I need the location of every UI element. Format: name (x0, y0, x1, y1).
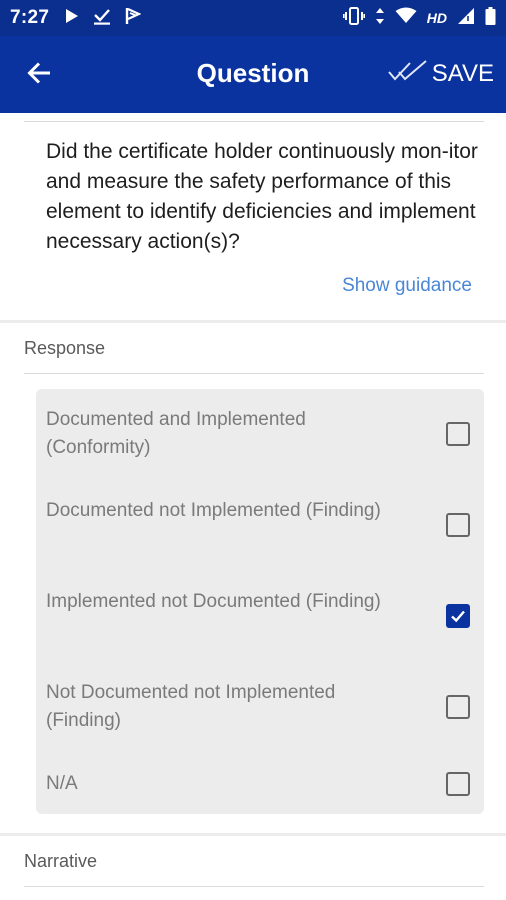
hd-label: HD (426, 10, 447, 26)
response-label: Response (24, 338, 106, 358)
question-text: Did the certificate holder continuously … (46, 140, 478, 253)
checkbox[interactable] (446, 695, 470, 719)
vibrate-icon (342, 6, 365, 30)
back-button[interactable] (22, 58, 56, 92)
checkbox[interactable] (446, 772, 470, 796)
response-option-conformity[interactable]: Documented and Implemented (Conformity) (46, 406, 470, 466)
response-option-implemented-not-documented[interactable]: Implemented not Documented (Finding) (46, 588, 470, 648)
option-label: N/A (46, 773, 78, 794)
flag-icon (125, 7, 142, 30)
checkbox[interactable] (446, 513, 470, 537)
response-options-card: Documented and Implemented (Conformity) … (36, 389, 484, 814)
checkbox-checked[interactable] (446, 604, 470, 628)
option-label: Not Documented not Implemented (Finding) (46, 682, 336, 731)
question-content[interactable]: Did the certificate holder continuously … (0, 113, 506, 900)
divider (24, 373, 484, 374)
response-option-not-documented-not-implemented[interactable]: Not Documented not Implemented (Finding) (46, 679, 470, 739)
save-button[interactable]: SAVE (387, 56, 494, 92)
option-label: Documented and Implemented (Conformity) (46, 409, 306, 458)
option-label: Implemented not Documented (Finding) (46, 591, 381, 612)
arrow-back-icon (27, 61, 51, 89)
show-guidance-link[interactable]: Show guidance (342, 275, 472, 297)
battery-icon (485, 6, 496, 30)
checkbox[interactable] (446, 422, 470, 446)
narrative-label: Narrative (24, 851, 98, 871)
status-bar: 7:27 HD (0, 0, 506, 36)
divider (24, 121, 484, 122)
wifi-icon (395, 7, 417, 29)
response-option-na[interactable]: N/A (46, 770, 470, 802)
option-label: Documented not Implemented (Finding) (46, 500, 381, 521)
check-icon (451, 610, 465, 623)
divider (24, 886, 484, 887)
data-arrows-icon (375, 7, 385, 30)
play-icon (65, 8, 79, 29)
app-bar: Question SAVE (0, 36, 506, 113)
download-done-icon (93, 7, 111, 30)
response-option-documented-not-implemented[interactable]: Documented not Implemented (Finding) (46, 497, 470, 557)
section-divider (0, 320, 506, 323)
signal-icon (457, 7, 475, 30)
double-check-icon (387, 59, 428, 89)
save-label: SAVE (431, 60, 494, 87)
status-time: 7:27 (10, 7, 50, 28)
section-divider (0, 833, 506, 836)
